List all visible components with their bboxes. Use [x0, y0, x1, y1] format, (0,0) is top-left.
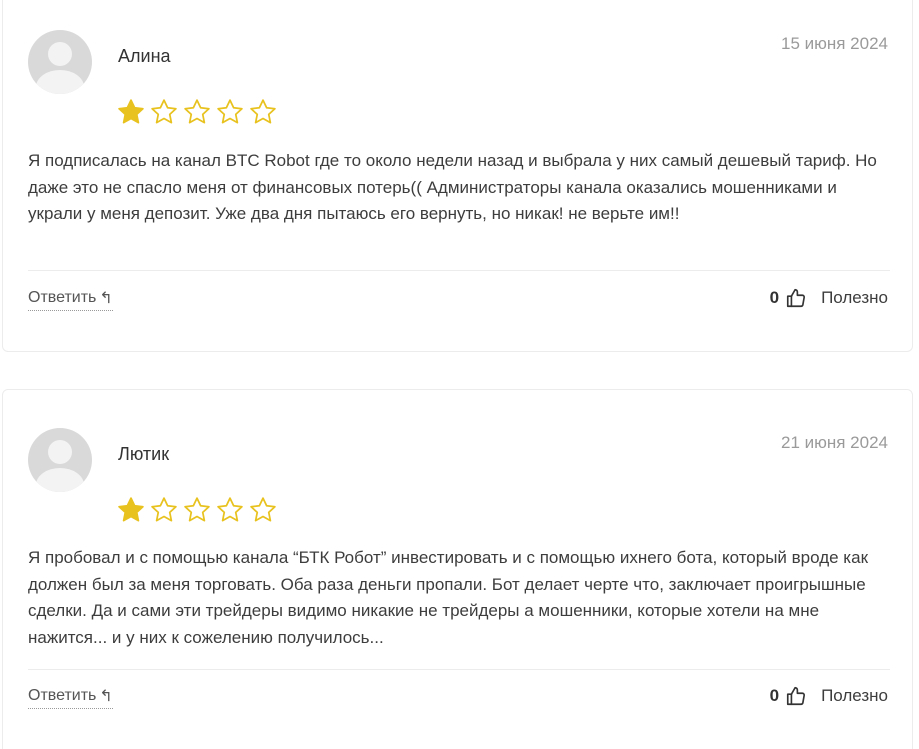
avatar — [28, 30, 92, 94]
star-outline-icon — [149, 97, 179, 127]
star-rating — [116, 97, 278, 127]
helpful-label[interactable]: Полезно — [821, 686, 888, 706]
helpful-control: 0 Полезно — [770, 287, 888, 309]
helpful-label[interactable]: Полезно — [821, 288, 888, 308]
star-filled-icon — [116, 97, 146, 127]
reply-button[interactable]: Ответить ↰ — [28, 288, 113, 311]
review-text: Я подписалась на канал BTC Robot где то … — [28, 151, 877, 223]
star-outline-icon — [215, 495, 245, 525]
user-placeholder-icon — [48, 42, 72, 66]
star-filled-icon — [116, 495, 146, 525]
reply-button[interactable]: Ответить ↰ — [28, 686, 113, 709]
reply-label: Ответить — [28, 289, 97, 306]
thumbs-up-icon[interactable] — [785, 685, 807, 707]
divider — [28, 270, 890, 271]
review-date: 21 июня 2024 — [780, 433, 888, 452]
star-rating — [116, 495, 278, 525]
reviews-feed: Алина 15 июня 2024 Я подписалась на кана… — [0, 0, 919, 749]
star-outline-icon — [182, 495, 212, 525]
review-author: Алина — [118, 46, 171, 66]
review-card: Лютик 21 июня 2024 Я пробовал и с помощь… — [2, 389, 913, 749]
star-outline-icon — [215, 97, 245, 127]
review-card: Алина 15 июня 2024 Я подписалась на кана… — [2, 0, 913, 352]
thumbs-up-icon[interactable] — [785, 287, 807, 309]
reply-label: Ответить — [28, 687, 97, 704]
reply-arrow-icon: ↰ — [99, 290, 113, 307]
review-author: Лютик — [118, 444, 170, 464]
reply-arrow-icon: ↰ — [99, 688, 113, 705]
star-outline-icon — [182, 97, 212, 127]
helpful-count: 0 — [769, 288, 780, 307]
review-text: Я пробовал и с помощью канала “БТК Робот… — [28, 548, 869, 647]
helpful-control: 0 Полезно — [770, 685, 888, 707]
avatar — [28, 428, 92, 492]
star-outline-icon — [149, 495, 179, 525]
helpful-count: 0 — [769, 686, 780, 705]
star-outline-icon — [248, 495, 278, 525]
user-placeholder-icon — [48, 440, 72, 464]
review-date: 15 июня 2024 — [780, 34, 888, 53]
star-outline-icon — [248, 97, 278, 127]
divider — [28, 669, 890, 670]
